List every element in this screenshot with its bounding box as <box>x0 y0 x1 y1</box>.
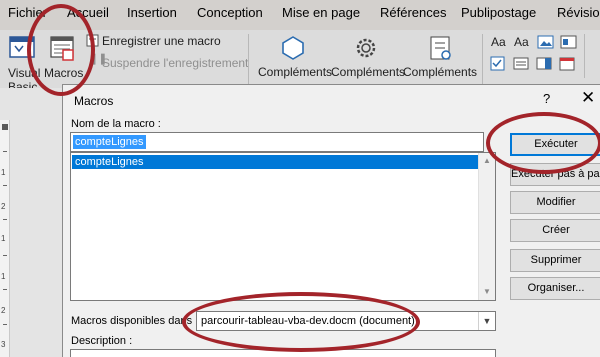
picture-control-icon[interactable] <box>537 34 555 50</box>
tab-references[interactable]: Références <box>380 5 446 20</box>
visual-basic-label-1[interactable]: Visual <box>8 66 40 80</box>
description-label: Description : <box>71 335 133 347</box>
tab-accueil[interactable]: Accueil <box>67 5 109 20</box>
scroll-down-icon[interactable]: ▼ <box>483 287 491 296</box>
plain-text-control[interactable]: Aa <box>514 35 529 49</box>
ruler-mark: 2 <box>1 306 6 315</box>
vertical-ruler[interactable]: 1 2 1 1 2 3 <box>0 120 10 357</box>
create-button[interactable]: Créer <box>510 219 600 242</box>
record-macro-button[interactable]: Enregistrer une macro <box>102 34 221 48</box>
addins-label-1[interactable]: Compléments <box>258 65 332 79</box>
ruler-tick <box>3 219 7 220</box>
tab-insertion[interactable]: Insertion <box>127 5 177 20</box>
building-block-icon[interactable] <box>560 34 578 50</box>
addins-icon[interactable] <box>278 34 308 62</box>
macro-list[interactable]: compteLignes ▲ ▼ <box>70 152 496 301</box>
macro-name-value: compteLignes <box>73 135 146 149</box>
organizer-button[interactable]: Organiser... <box>510 277 600 300</box>
delete-button[interactable]: Supprimer <box>510 249 600 272</box>
ruler-mark: 3 <box>1 340 6 349</box>
checkbox-control-icon[interactable] <box>490 56 506 72</box>
ribbon: Visual Basic Macros Enregistrer une macr… <box>0 30 600 94</box>
ruler-tick <box>3 255 7 256</box>
visual-basic-icon[interactable] <box>8 34 38 60</box>
gear-icon[interactable] <box>352 34 380 62</box>
ruler-tick <box>3 185 7 186</box>
scroll-up-icon[interactable]: ▲ <box>483 156 491 165</box>
macros-icon[interactable] <box>48 34 78 62</box>
addins-list-icon[interactable] <box>427 34 455 62</box>
tab-publipostage[interactable]: Publipostage <box>461 5 536 20</box>
ribbon-separator <box>248 34 249 84</box>
dialog-title: Macros <box>74 94 114 108</box>
close-icon[interactable]: ✕ <box>581 88 595 108</box>
available-in-select[interactable]: parcourir-tableau-vba-dev.docm (document… <box>196 311 496 331</box>
ruler-indent-marker[interactable] <box>2 124 8 130</box>
step-into-button[interactable]: Exécuter pas à pas <box>510 163 600 186</box>
dropdown-control-icon[interactable] <box>536 56 552 72</box>
ruler-mark: 2 <box>1 202 6 211</box>
ruler-mark: 1 <box>1 168 6 177</box>
tab-conception[interactable]: Conception <box>197 5 263 20</box>
ruler-tick <box>3 324 7 325</box>
addins-label-2[interactable]: Compléments <box>331 65 405 79</box>
tab-mise-en-page[interactable]: Mise en page <box>282 5 360 20</box>
available-in-label: Macros disponibles dans : <box>71 315 199 327</box>
tab-fichier[interactable]: Fichier <box>8 5 47 20</box>
macros-label[interactable]: Macros <box>44 66 83 80</box>
ruler-mark: 1 <box>1 272 6 281</box>
available-in-value: parcourir-tableau-vba-dev.docm (document… <box>201 315 415 327</box>
macro-name-label: Nom de la macro : <box>71 118 161 130</box>
chevron-down-icon[interactable]: ▼ <box>478 312 495 330</box>
run-button[interactable]: Exécuter <box>510 133 600 156</box>
ruler-tick <box>3 151 7 152</box>
combo-box-icon[interactable] <box>513 56 529 72</box>
date-picker-icon[interactable] <box>559 56 575 72</box>
pause-recording-button[interactable]: Suspendre l'enregistrement <box>102 56 248 70</box>
edit-button[interactable]: Modifier <box>510 191 600 214</box>
list-scrollbar[interactable]: ▲ ▼ <box>478 153 495 300</box>
ruler-tick <box>3 289 7 290</box>
description-field[interactable] <box>70 349 496 357</box>
record-macro-icon[interactable] <box>86 34 100 48</box>
ruler-mark: 1 <box>1 234 6 243</box>
ribbon-separator <box>584 34 585 78</box>
ribbon-separator <box>482 34 483 84</box>
addins-label-3[interactable]: Compléments <box>403 65 477 79</box>
tab-revision[interactable]: Révision <box>557 5 600 20</box>
macros-dialog: Macros ? ✕ Nom de la macro : compteLigne… <box>62 84 600 357</box>
ribbon-tab-bar: Fichier Accueil Insertion Conception Mis… <box>0 0 600 30</box>
list-item[interactable]: compteLignes <box>72 155 478 169</box>
rich-text-control[interactable]: Aa <box>491 35 506 49</box>
help-button[interactable]: ? <box>543 91 550 106</box>
macro-name-input[interactable]: compteLignes <box>70 132 484 152</box>
